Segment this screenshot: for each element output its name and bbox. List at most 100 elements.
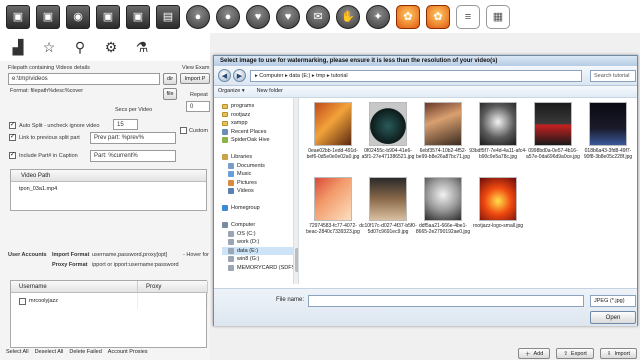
username-cell: mrcoolyjazz [29,298,59,304]
photo-icon[interactable]: ▣ [126,4,150,29]
breadcrumb[interactable]: ▸ Computer ▸ data (E:) ▸ tmp ▸ tutorial [250,70,582,82]
file-name: dc10f17c-d027-4f37-b5f0-5d07c9691ec9.jpg [359,223,417,235]
photo-icon[interactable]: ▣ [6,4,30,29]
clapperboard-icon[interactable]: ▤ [156,4,180,29]
import-button[interactable]: Import P [180,73,210,84]
gears-icon[interactable]: ⚙ [101,37,121,57]
grid-icon[interactable]: ▦ [486,4,510,29]
new-folder-button[interactable]: New folder [257,88,283,95]
heart-icon[interactable]: ♥ [246,4,270,29]
nav-item[interactable]: win8 (G:) [222,255,298,264]
drive-icon [228,230,234,237]
nav-item[interactable]: rootjazz [222,111,298,120]
nav-scroll-thumb[interactable] [295,248,298,272]
add-button[interactable]: ＋ Add [518,348,551,359]
file-item[interactable]: rootjazz-logo-small.jpg [469,177,527,229]
watermark-icon[interactable]: ✿ [396,4,420,29]
middle-panel: View Exam Import P Repeat 0 Custom [178,61,210,281]
proxy-header: Proxy [138,281,208,293]
nav-item[interactable]: Recent Places [222,128,298,137]
repeat-label: Repeat [190,92,208,98]
include-checkbox[interactable]: ✓ [9,152,16,159]
nav-item[interactable]: Pictures [222,179,298,188]
file-item[interactable]: 0eae02bb-1edd-491d-bef6-0d5e0e0e02a0.jpg [304,102,362,160]
chart-icon[interactable]: ▟ [8,37,28,57]
row-checkbox[interactable] [19,297,26,305]
photo-icon[interactable]: ▣ [36,4,60,29]
nav-item[interactable]: xampp [222,119,298,128]
nav-item[interactable]: SpiderOak Hive [222,136,298,145]
include-input[interactable]: Part: %current% [90,150,176,162]
nav-item[interactable]: OS (C:) [222,230,298,239]
picture-hand-icon[interactable]: ✋ [336,4,360,29]
link-checkbox[interactable]: ✓ [9,134,16,141]
file-item[interactable]: 018b6a43-3fd8-49f7-90f8-3b8e05c228f.jpg [579,102,637,160]
nav-item[interactable]: Computer [222,221,298,230]
watermark-icon[interactable]: ✿ [426,4,450,29]
folder-icon [222,103,228,109]
nav-item [222,145,298,154]
nav-item[interactable]: data (E:) [222,246,298,255]
nav-item-label: SpiderOak Hive [231,137,270,144]
table-row[interactable]: mrcoolyjazz [11,293,138,309]
search-input[interactable]: Search tutorial [590,70,636,82]
table-row[interactable]: tpon_03a1.mp4 [11,182,206,196]
file-name: 0eae02bb-1edd-491d-bef6-0d5e0e0e02a0.jpg [306,148,360,160]
export-label: Export [570,350,587,357]
eye-icon[interactable]: ◉ [66,4,90,29]
file-name-input[interactable] [308,295,584,307]
dir-button[interactable]: dir [163,73,177,85]
file-item[interactable]: 0f02455c-b904-41e6-a5f1-27e471386521.jpg [359,102,417,160]
heart-icon[interactable]: ♥ [276,4,300,29]
speech-bubble-icon[interactable]: ✉ [306,4,330,29]
nav-item[interactable]: MEMORYCARD (SDFSDA [222,264,298,273]
forward-icon[interactable]: ▶ [233,69,246,82]
repeat-input[interactable]: 0 [186,101,210,112]
file-type-select[interactable]: JPEG (*.jpg) [590,295,636,307]
file-item[interactable]: 0998bd0a-0e57-4b16-a57e-0da696d9a0ce.jpg [524,102,582,160]
list-icon[interactable]: ≡ [456,4,480,29]
person-icon[interactable]: ● [216,4,240,29]
nav-item[interactable]: Libraries [222,153,298,162]
nav-item[interactable]: Music [222,170,298,179]
account-proxies-link[interactable]: Account Proxies [108,349,148,355]
nav-item[interactable]: Documents [222,162,298,171]
nav-item-label: Computer [231,222,256,229]
music-icon [228,171,234,178]
nav-item[interactable]: Homegroup [222,204,298,213]
nav-item[interactable]: Videos [222,187,298,196]
nav-item[interactable]: work (D:) [222,238,298,247]
link-input[interactable]: Prev part: %prev% [90,132,176,144]
nav-item-label: win8 (G:) [237,256,260,263]
filepath-label: Filepath containing Videos details [8,65,90,71]
delete-failed-link[interactable]: Delete Failed [69,349,101,355]
filepath-input[interactable]: e:\tmp\videos [8,73,160,85]
magnifier-icon[interactable]: ⚲ [70,37,90,57]
file-item[interactable]: 93bdf5f7-7e4d-4a11-afc4-b90c9e5a78c.jpg [469,102,527,160]
auto-split-checkbox[interactable]: ✓ [9,122,16,129]
photo-icon[interactable]: ▣ [96,4,120,29]
file-item[interactable]: 6ebf3574-10b2-4f52-be99-b8e26a87bc71.jpg [414,102,472,160]
file-item[interactable]: 72974583-fc77-4072-beac-2840c7339323.jpg [304,177,362,235]
export-icon: ⇪ [563,350,568,357]
file-button[interactable]: file [163,88,177,100]
back-icon[interactable]: ◀ [218,69,231,82]
satellite-icon[interactable]: ✦ [366,4,390,29]
select-all-link[interactable]: Select All [6,349,29,355]
nav-scrollbar[interactable] [293,98,298,284]
file-name-row: File name: JPEG (*.jpg) Open [214,288,637,326]
organize-button[interactable]: Organize ▾ [218,88,245,95]
file-item[interactable]: dc10f17c-d027-4f37-b5f0-5d07c9691ec9.jpg [359,177,417,235]
nav-item-label: Libraries [231,154,253,161]
secs-input[interactable]: 15 [113,119,138,130]
flask-icon[interactable]: ⚗ [132,37,152,57]
nav-item[interactable]: programs [222,102,298,111]
open-button[interactable]: Open [590,311,636,324]
import-button[interactable]: ⇩ Import [599,348,638,359]
deselect-all-link[interactable]: Deselect All [35,349,64,355]
star-icon[interactable]: ☆ [39,37,59,57]
custom-checkbox[interactable] [180,127,187,134]
person-icon[interactable]: ● [186,4,210,29]
file-item[interactable]: ddf5aa21-666e-4be1-8665-2e2790192ae0.jpg [414,177,472,235]
export-button[interactable]: ⇪ Export [556,348,594,359]
